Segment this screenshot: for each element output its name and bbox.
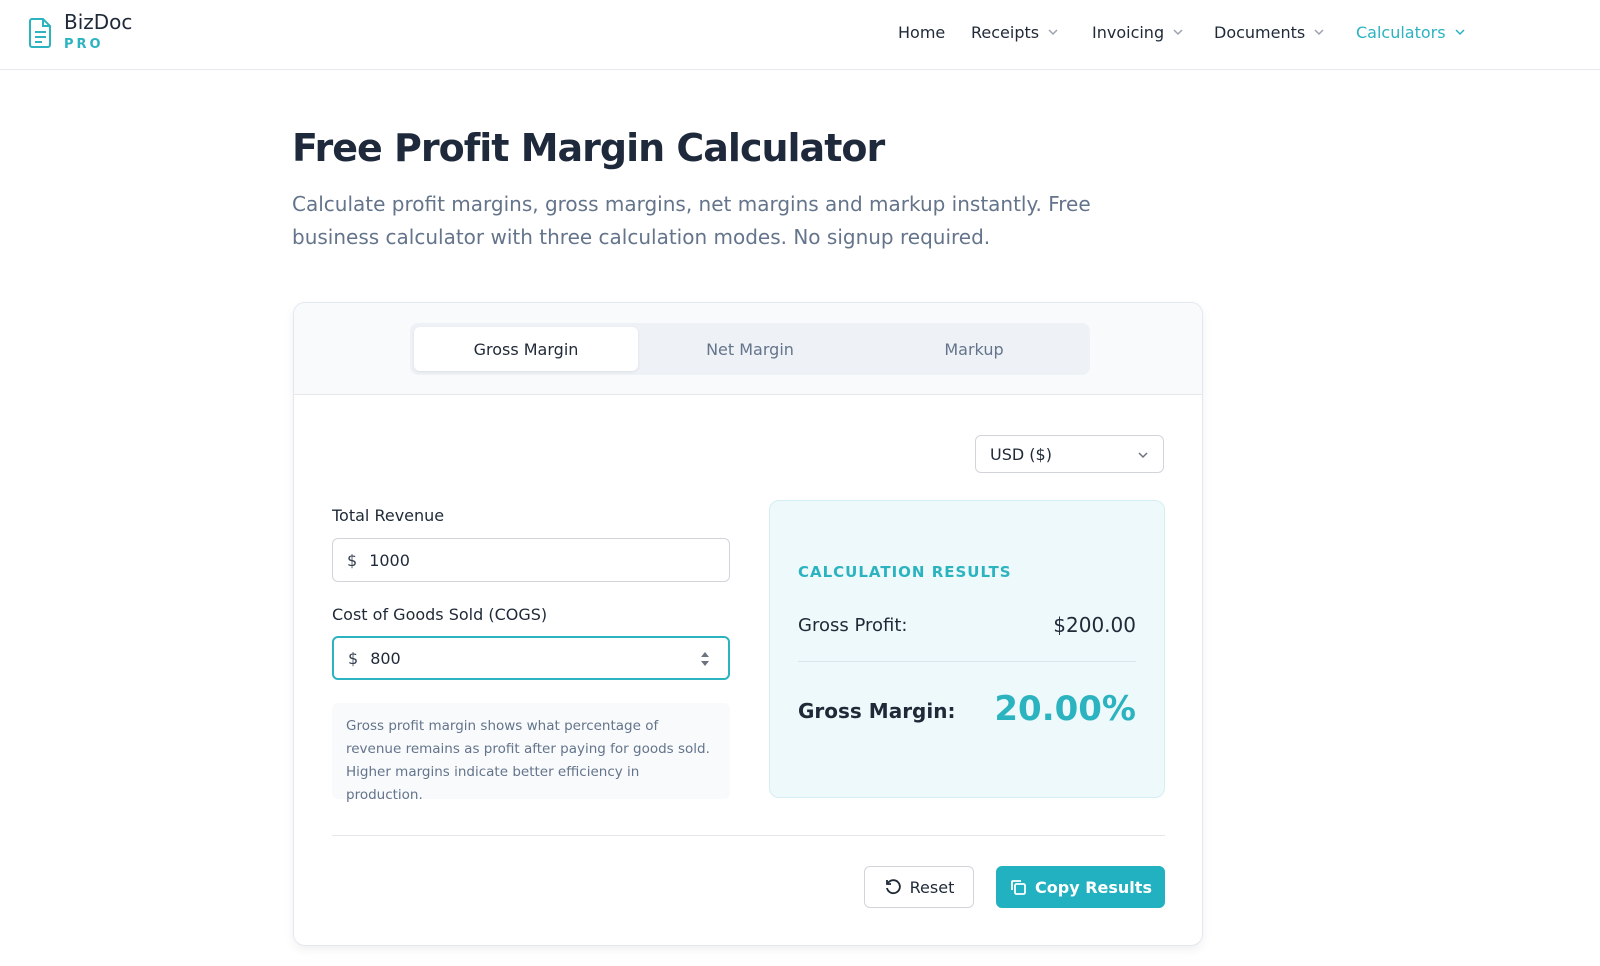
gross-margin-label: Gross Margin: [798, 699, 956, 723]
tab-net-margin[interactable]: Net Margin [638, 327, 862, 371]
revenue-label: Total Revenue [332, 506, 445, 525]
chevron-down-icon [1048, 29, 1058, 36]
nav-home[interactable]: Home [898, 20, 945, 44]
gross-profit-value: $200.00 [1053, 613, 1136, 637]
results-divider [798, 661, 1136, 662]
copy-results-button[interactable]: Copy Results [996, 866, 1165, 908]
nav-receipts[interactable]: Receipts [971, 20, 1059, 44]
cogs-value: 800 [370, 648, 401, 668]
revenue-currency-symbol: $ [347, 550, 358, 570]
tab-bar: Gross Margin Net Margin Markup [294, 303, 1202, 395]
revenue-value: 1000 [369, 550, 410, 570]
chevron-down-icon [1455, 29, 1465, 36]
chevron-down-icon [1173, 29, 1183, 36]
nav-invoicing-label: Invoicing [1092, 22, 1165, 42]
currency-select[interactable]: USD ($) [975, 435, 1164, 473]
nav-documents[interactable]: Documents [1214, 20, 1325, 44]
currency-selected: USD ($) [990, 444, 1052, 464]
number-spinner-icon[interactable] [700, 650, 710, 668]
results-panel: CALCULATION RESULTS Gross Profit: $200.0… [769, 500, 1165, 798]
results-title: CALCULATION RESULTS [798, 563, 1012, 581]
main-nav: Home Receipts Invoicing Documents Calcul… [0, 0, 1600, 62]
nav-home-label: Home [898, 22, 946, 42]
tab-gross-margin-label: Gross Margin [473, 339, 579, 359]
cogs-input[interactable]: $ 800 [332, 636, 730, 680]
nav-calculators[interactable]: Calculators [1356, 20, 1466, 44]
mode-tabs: Gross Margin Net Margin Markup [410, 323, 1090, 375]
tab-net-margin-label: Net Margin [706, 339, 794, 359]
calculator-card: Gross Margin Net Margin Markup USD ($) T… [293, 302, 1203, 946]
chevron-down-icon [1314, 29, 1324, 36]
tab-markup-label: Markup [944, 339, 1004, 359]
gross-margin-value: 20.00% [994, 689, 1136, 729]
chevron-down-icon [1138, 452, 1148, 459]
nav-receipts-label: Receipts [971, 22, 1040, 42]
tab-gross-margin[interactable]: Gross Margin [414, 327, 638, 371]
page-title: Free Profit Margin Calculator [292, 126, 885, 170]
cogs-currency-symbol: $ [348, 648, 359, 668]
cogs-label: Cost of Goods Sold (COGS) [332, 605, 548, 624]
reset-icon [885, 879, 901, 895]
actions-divider [332, 835, 1165, 836]
copy-icon [1011, 880, 1026, 895]
copy-results-label: Copy Results [1035, 877, 1152, 897]
revenue-input[interactable]: $ 1000 [332, 538, 730, 582]
gross-profit-label: Gross Profit: [798, 615, 908, 636]
nav-documents-label: Documents [1214, 22, 1306, 42]
page-description: Calculate profit margins, gross margins,… [292, 192, 1091, 249]
reset-button[interactable]: Reset [864, 866, 974, 908]
gross-margin-hint: Gross profit margin shows what percentag… [332, 703, 730, 803]
nav-invoicing[interactable]: Invoicing [1092, 20, 1184, 44]
site-header: BizDoc PRO Home Receipts Invoicing Docum… [0, 0, 1600, 70]
reset-label: Reset [909, 877, 955, 897]
nav-calculators-label: Calculators [1356, 22, 1446, 42]
tab-markup[interactable]: Markup [862, 327, 1086, 371]
